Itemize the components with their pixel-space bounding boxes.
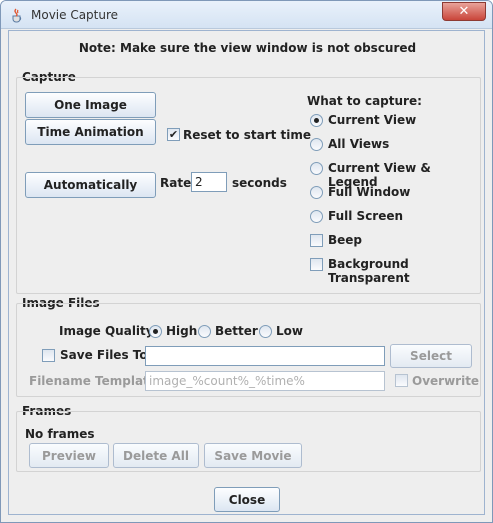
window-title: Movie Capture [31,8,119,22]
full-screen-label: Full Screen [328,209,404,223]
current-view-radio[interactable] [310,114,323,127]
filename-template-input[interactable]: image_%count%_%time% [145,371,385,391]
quality-low-label: Low [276,324,303,338]
beep-checkbox[interactable] [310,234,323,247]
close-button[interactable]: Close [214,487,280,512]
automatically-button[interactable]: Automatically [25,172,156,198]
current-view-legend-radio[interactable] [310,162,323,175]
one-image-button[interactable]: One Image [25,92,156,118]
rate-input[interactable]: 2 [191,172,227,192]
save-files-checkbox[interactable] [42,349,55,362]
java-cup-icon [12,8,22,23]
overwrite-label: Overwrite [412,374,480,388]
full-screen-radio[interactable] [310,210,323,223]
quality-better-label: Better [215,324,258,338]
what-to-capture-label: What to capture: [307,94,422,108]
save-movie-button[interactable]: Save Movie [204,443,302,468]
all-views-radio[interactable] [310,138,323,151]
reset-to-start-label: Reset to start time [183,128,312,142]
seconds-label: seconds [232,176,287,190]
beep-label: Beep [328,233,363,247]
filename-template-label: Filename Template: [29,374,162,388]
dialog-content: Note: Make sure the view window is not o… [8,30,485,515]
close-icon: ✕ [458,4,470,19]
overwrite-checkbox[interactable] [395,374,408,387]
background-transparent-checkbox[interactable] [310,258,323,271]
checkmark-icon: ✔ [168,128,179,141]
window-close-button[interactable]: ✕ [442,2,486,21]
current-view-label: Current View [328,113,417,127]
quality-better-radio[interactable] [198,325,211,338]
quality-low-radio[interactable] [259,325,272,338]
quality-high-radio[interactable] [149,325,162,338]
frames-status: No frames [25,427,95,441]
delete-all-button[interactable]: Delete All [113,443,199,468]
select-button[interactable]: Select [390,344,472,368]
preview-button[interactable]: Preview [29,443,109,468]
background-transparent-label: Background Transparent [328,257,410,285]
full-window-label: Full Window [328,185,411,199]
quality-high-label: High [166,324,198,338]
note-text: Note: Make sure the view window is not o… [78,41,417,55]
image-quality-label: Image Quality: [59,324,159,338]
time-animation-button[interactable]: Time Animation [25,119,156,145]
save-files-label: Save Files To: [60,348,153,362]
reset-to-start-checkbox[interactable]: ✔ [167,128,180,141]
all-views-label: All Views [328,137,390,151]
title-bar[interactable]: Movie Capture ✕ [1,1,492,29]
save-files-path-input[interactable] [145,346,385,366]
full-window-radio[interactable] [310,186,323,199]
movie-capture-window: Movie Capture ✕ Note: Make sure the view… [0,0,493,523]
